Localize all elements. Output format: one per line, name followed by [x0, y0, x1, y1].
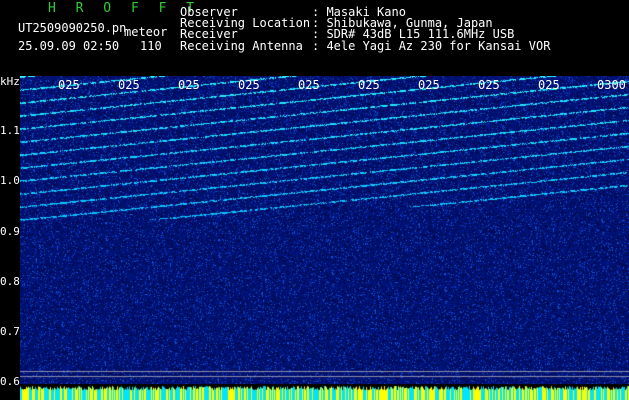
frequency-unit-label: kHz	[0, 75, 20, 88]
time-label: 025	[418, 78, 440, 92]
freq-label-0-7: 0.7	[0, 325, 20, 338]
antenna-label: Receiving Antenna	[180, 39, 303, 53]
freq-label-0-6: 0.6	[0, 375, 20, 388]
time-label: 025	[238, 78, 260, 92]
meteor-detection-strip	[20, 384, 629, 400]
app-brand: H R O F F T	[48, 1, 201, 16]
time-label: 025	[58, 78, 80, 92]
date-time: 25.09.09 02:50	[18, 39, 120, 53]
time-label: 025	[118, 78, 140, 92]
freq-label-1-0: 1.0	[0, 174, 20, 187]
meteor-label: meteor	[124, 25, 168, 39]
antenna-value: : 4ele Yagi Az 230 for Kansai VOR	[312, 39, 551, 53]
header-panel: H R O F F T UT2509090250.pn meteor 25.09…	[0, 0, 629, 76]
time-label: 025	[538, 78, 560, 92]
time-label: 025	[298, 78, 320, 92]
waterfall-spectrogram	[20, 76, 629, 384]
time-label: 025	[178, 78, 200, 92]
file-name: UT2509090250.pn	[18, 21, 127, 35]
freq-label-0-8: 0.8	[0, 275, 20, 288]
time-label: 025	[358, 78, 380, 92]
time-label-end: 0300	[597, 78, 626, 92]
freq-label-0-9: 0.9	[0, 225, 20, 238]
meteor-count: 110	[140, 39, 162, 53]
freq-label-1-1: 1.1	[0, 124, 20, 137]
time-label: 025	[478, 78, 500, 92]
